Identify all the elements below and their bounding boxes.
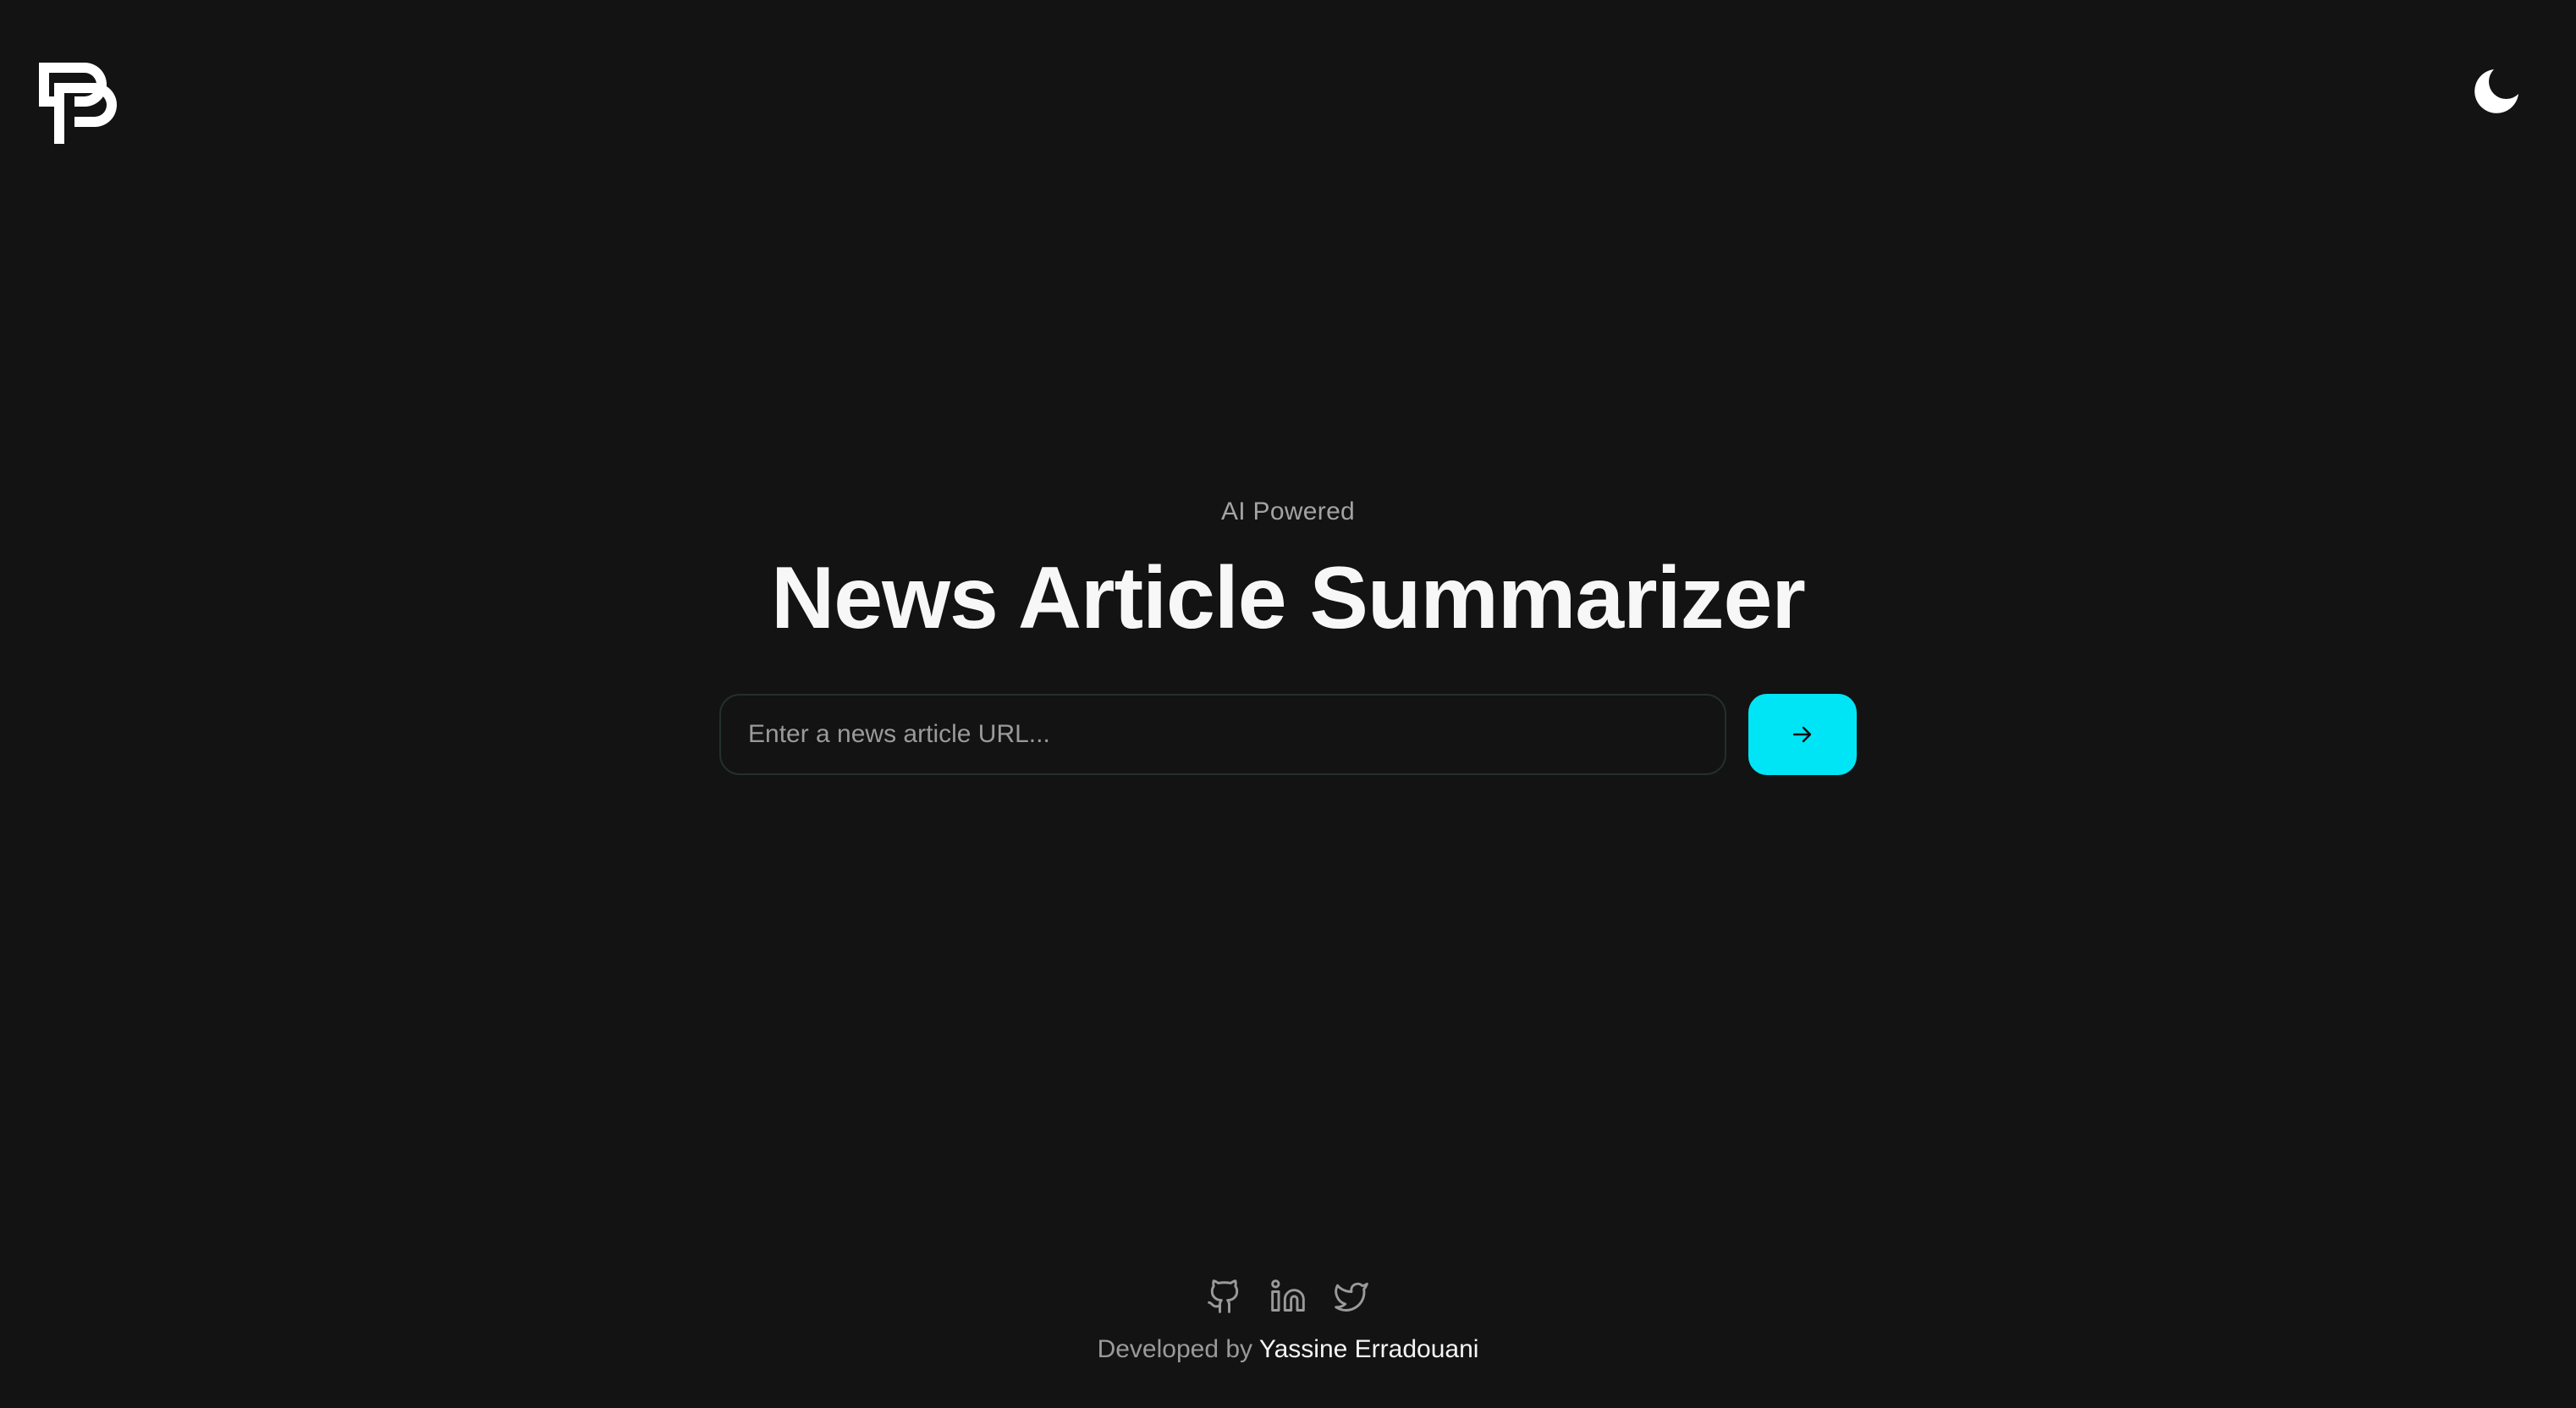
credit-prefix: Developed by: [1097, 1335, 1253, 1363]
submit-button[interactable]: [1748, 694, 1857, 775]
twitter-icon: [1335, 1282, 1368, 1312]
developer-credit: Developed by Yassine Erradouani: [0, 1335, 2576, 1364]
twitter-link[interactable]: [1333, 1278, 1370, 1315]
url-input[interactable]: [719, 694, 1726, 775]
linkedin-icon: [1271, 1279, 1305, 1312]
theme-toggle-button[interactable]: [2471, 66, 2522, 117]
page-title: News Article Summarizer: [771, 549, 1806, 647]
moon-icon: [2474, 69, 2518, 113]
github-link[interactable]: [1206, 1278, 1243, 1315]
arrow-right-icon: [1792, 726, 1812, 743]
social-links: [1206, 1278, 1370, 1315]
linkedin-link[interactable]: [1269, 1278, 1307, 1315]
github-icon: [1208, 1279, 1239, 1313]
brand-logo-icon[interactable]: [39, 63, 117, 144]
hero-tagline: AI Powered: [1220, 498, 1356, 525]
author-link[interactable]: Yassine Erradouani: [1259, 1335, 1479, 1363]
